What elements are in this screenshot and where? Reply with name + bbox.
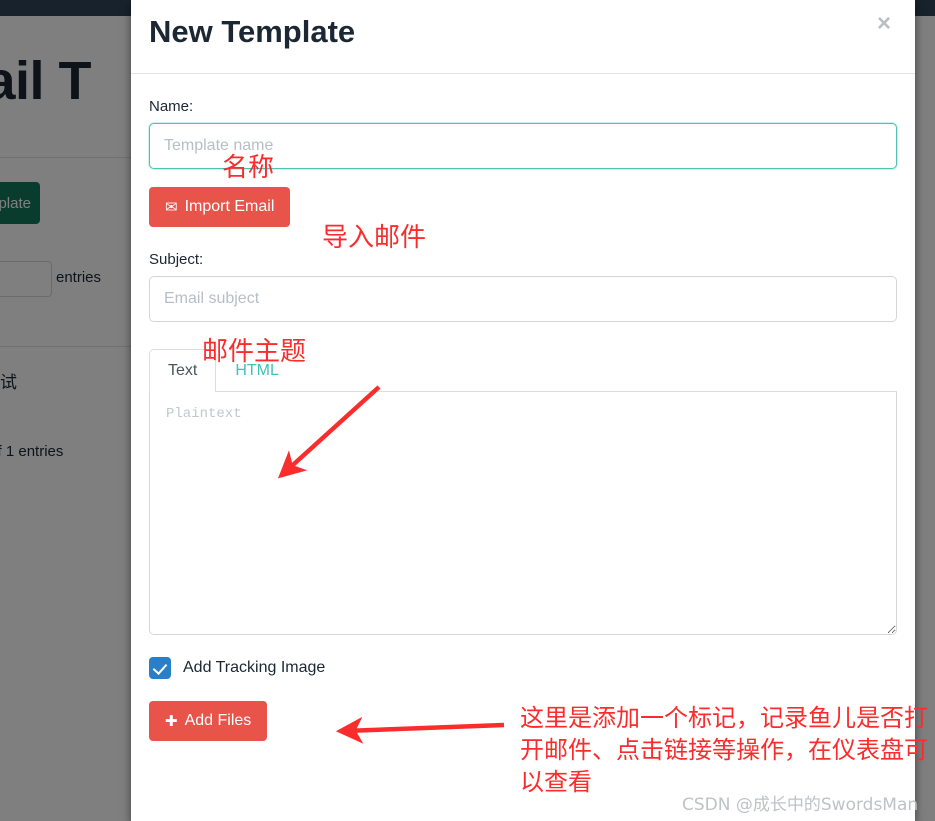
editor-tabs: Text HTML [149,344,897,392]
name-label: Name: [149,98,194,115]
plus-icon: ✚ [165,712,178,730]
tracking-image-row: Add Tracking Image [149,657,897,679]
import-email-button[interactable]: ✉ Import Email [149,187,291,227]
envelope-icon: ✉ [165,198,178,216]
add-files-button[interactable]: ✚ Add Files [149,701,268,741]
modal-header: New Template × [131,0,915,74]
page-root: mail T emplate entries 鱼测试 to 1 of 1 ent… [0,0,935,821]
close-icon[interactable]: × [873,8,895,40]
tab-text[interactable]: Text [149,349,217,392]
template-name-input[interactable] [149,123,897,169]
plaintext-editor[interactable] [149,392,897,635]
new-template-modal: New Template × Name: ✉ Import Email Subj… [131,0,915,821]
add-files-label: Add Files [184,712,252,729]
email-subject-input[interactable] [149,276,897,322]
import-email-label: Import Email [184,198,275,215]
modal-title: New Template [149,14,356,49]
modal-body: Name: ✉ Import Email Subject: Text HTML … [131,98,915,741]
add-tracking-image-checkbox[interactable] [149,657,171,679]
add-tracking-image-label: Add Tracking Image [183,659,326,676]
subject-label: Subject: [149,251,204,268]
tab-html[interactable]: HTML [216,349,298,392]
